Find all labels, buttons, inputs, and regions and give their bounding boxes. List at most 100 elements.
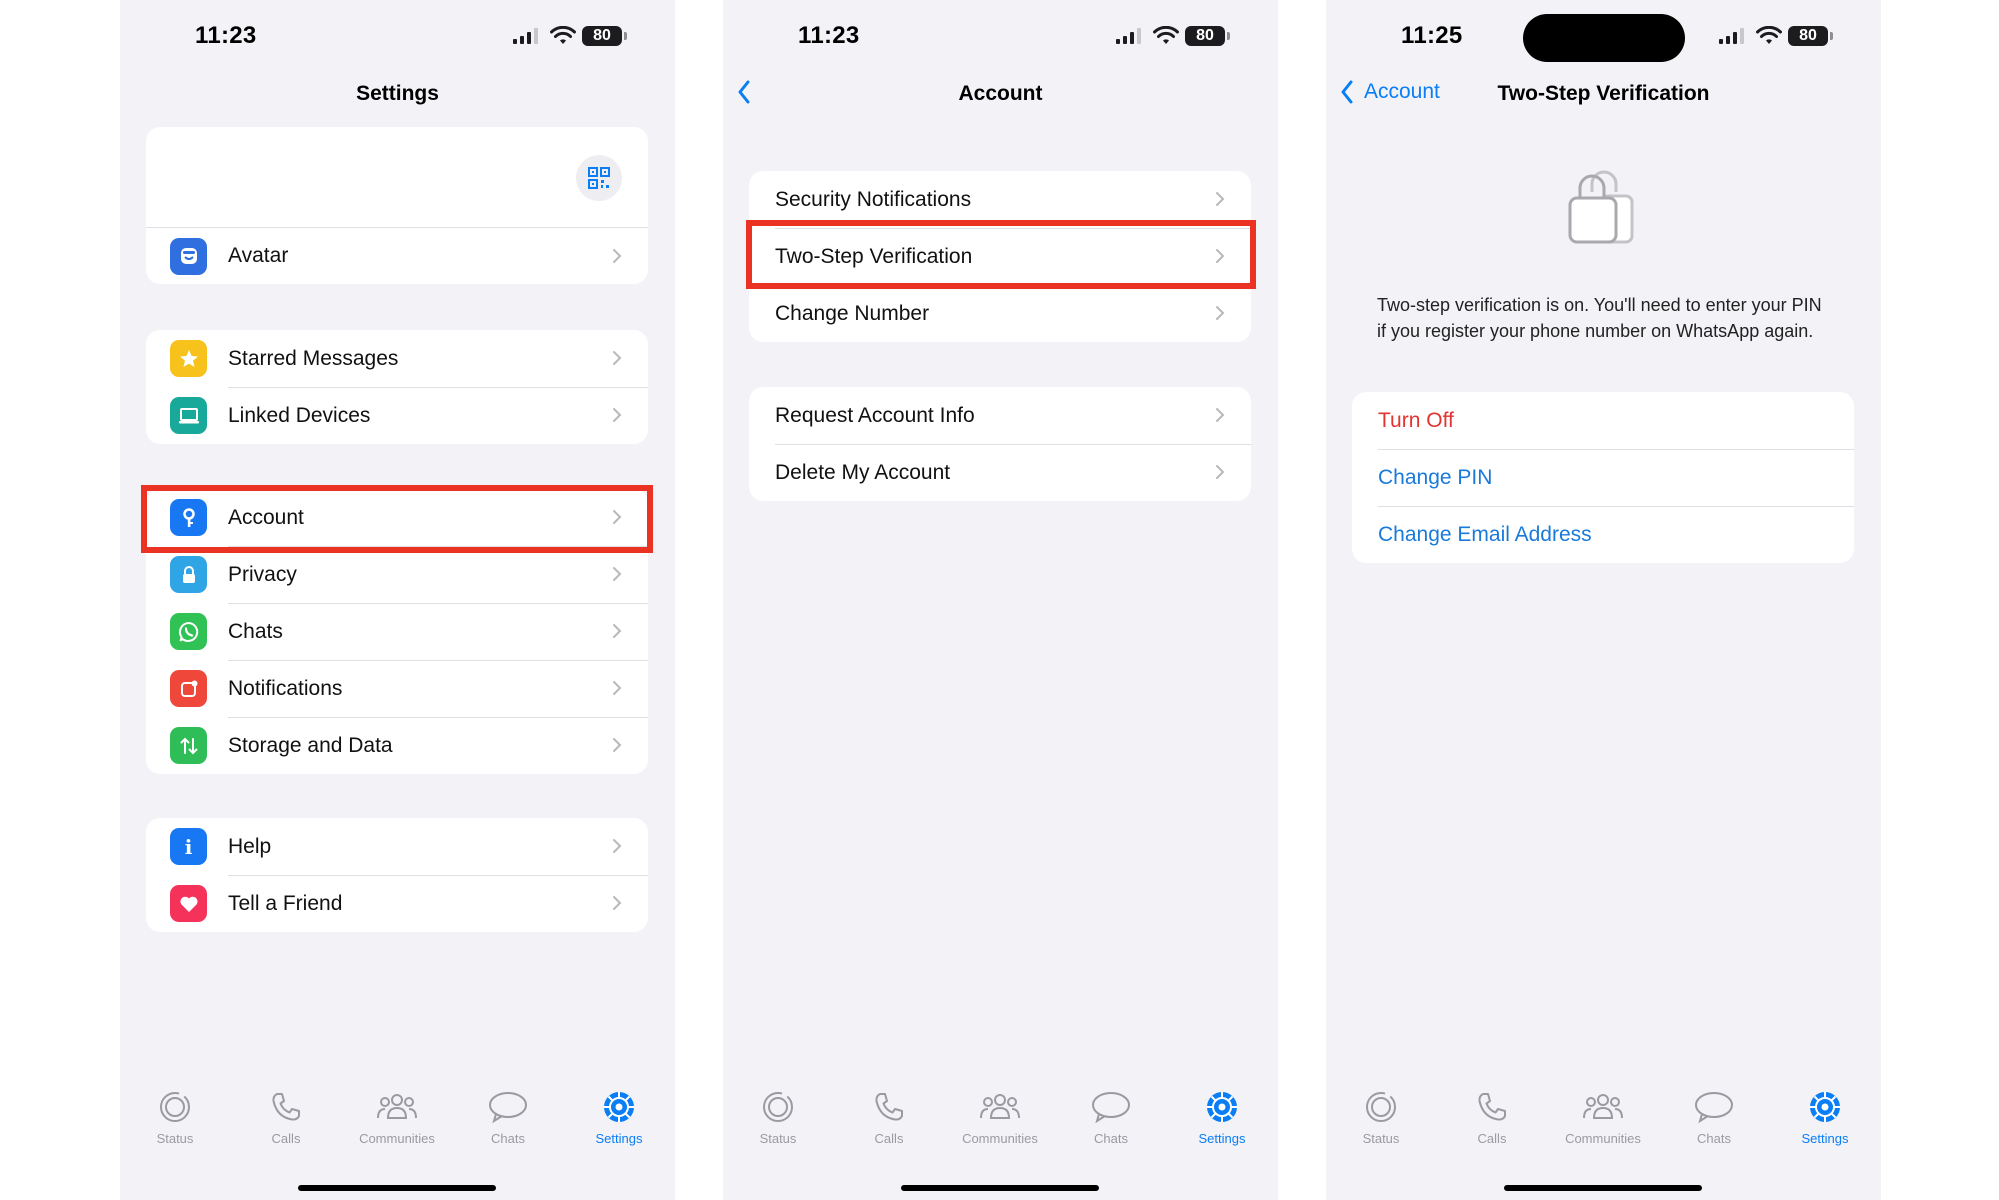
change-email-address-button[interactable]: Change Email Address — [1352, 506, 1854, 563]
chevron-right-icon — [613, 249, 622, 263]
account-item-label: Request Account Info — [775, 403, 975, 427]
verification-description: Two-step verification is on. You'll need… — [1377, 295, 1822, 341]
wifi-icon — [1756, 26, 1782, 44]
tab-label: Communities — [1565, 1131, 1641, 1146]
chevron-right-icon — [613, 408, 622, 422]
tab-settings[interactable]: Settings — [564, 1090, 674, 1146]
chevron-right-icon — [613, 681, 622, 695]
tab-label: Calls — [271, 1131, 301, 1146]
settings-item-label: Privacy — [228, 562, 297, 586]
tab-label: Settings — [1801, 1131, 1849, 1146]
chevron-right-icon — [1216, 192, 1225, 206]
signal-icon — [513, 28, 538, 44]
change-pin-button[interactable]: Change PIN — [1352, 449, 1854, 506]
settings-gear-icon — [1810, 1092, 1840, 1122]
signal-icon — [1116, 28, 1141, 44]
tab-communities[interactable]: Communities — [1548, 1090, 1658, 1146]
settings-item-starred-messages[interactable]: Starred Messages — [146, 330, 648, 387]
chat-bubble-icon — [1092, 1092, 1130, 1124]
settings-section-4: i Help Tell a Friend — [146, 818, 648, 932]
chevron-right-icon — [1216, 465, 1225, 479]
settings-item-label: Linked Devices — [228, 403, 371, 427]
tab-status[interactable]: Status — [1326, 1090, 1436, 1146]
account-item-request-account-info[interactable]: Request Account Info — [749, 387, 1251, 444]
tab-status[interactable]: Status — [723, 1090, 833, 1146]
tab-communities[interactable]: Communities — [342, 1090, 452, 1146]
settings-gear-icon — [604, 1092, 634, 1122]
chat-bubble-icon — [489, 1092, 527, 1124]
heart-icon — [170, 885, 207, 922]
action-label: Change PIN — [1378, 465, 1493, 489]
turn-off-button[interactable]: Turn Off — [1352, 392, 1854, 449]
status-time: 11:23 — [798, 22, 860, 49]
chevron-right-icon — [613, 738, 622, 752]
tab-label: Calls — [874, 1131, 904, 1146]
tab-label: Status — [1362, 1131, 1400, 1146]
page-title: Account — [958, 82, 1043, 105]
dynamic-island — [1523, 14, 1685, 62]
settings-gear-icon — [1207, 1092, 1237, 1122]
notification-icon — [170, 670, 207, 707]
status-icon — [160, 1092, 190, 1122]
two-step-verification-screen: 11:25 80 Account Two-Step Verification T… — [1326, 0, 1881, 1200]
settings-item-help[interactable]: i Help — [146, 818, 648, 875]
qr-code-icon — [588, 167, 610, 189]
status-bar: 11:23 80 — [723, 0, 1278, 72]
tab-communities[interactable]: Communities — [945, 1090, 1055, 1146]
chevron-right-icon — [613, 624, 622, 638]
communities-icon — [980, 1094, 1020, 1119]
tab-calls[interactable]: Calls — [1437, 1090, 1547, 1146]
settings-item-notifications[interactable]: Notifications — [146, 660, 648, 717]
settings-item-privacy[interactable]: Privacy — [146, 546, 648, 603]
tab-chats[interactable]: Chats — [1659, 1090, 1769, 1146]
chevron-right-icon — [1216, 408, 1225, 422]
settings-item-label: Notifications — [228, 676, 343, 700]
tab-label: Status — [156, 1131, 194, 1146]
action-label: Turn Off — [1378, 408, 1454, 432]
signal-icon — [1719, 28, 1744, 44]
account-screen: 11:23 80 Account Security Notifications … — [723, 0, 1278, 1200]
two-step-highlight-box — [746, 220, 1256, 289]
tab-status[interactable]: Status — [120, 1090, 230, 1146]
tab-calls[interactable]: Calls — [834, 1090, 944, 1146]
account-item-delete-my-account[interactable]: Delete My Account — [749, 444, 1251, 501]
communities-icon — [377, 1094, 417, 1119]
tab-chats[interactable]: Chats — [453, 1090, 563, 1146]
settings-item-label: Chats — [228, 619, 283, 643]
status-icon — [1366, 1092, 1396, 1122]
settings-item-label: Starred Messages — [228, 346, 399, 370]
lock-icon — [170, 556, 207, 593]
settings-item-tell-a-friend[interactable]: Tell a Friend — [146, 875, 648, 932]
settings-item-avatar[interactable]: Avatar — [146, 227, 648, 284]
home-indicator — [1504, 1185, 1702, 1191]
communities-icon — [1583, 1094, 1623, 1119]
phone-icon — [1478, 1093, 1506, 1121]
tab-label: Chats — [1697, 1131, 1731, 1146]
home-indicator — [298, 1185, 496, 1191]
tab-settings[interactable]: Settings — [1167, 1090, 1277, 1146]
padlock-icon — [1568, 170, 1634, 244]
tab-settings[interactable]: Settings — [1770, 1090, 1880, 1146]
avatar-icon — [170, 237, 207, 275]
qr-code-button[interactable] — [576, 155, 622, 201]
chevron-right-icon — [613, 567, 622, 581]
status-time: 11:25 — [1401, 22, 1463, 49]
page-title: Two-Step Verification — [1497, 82, 1710, 105]
status-time: 11:23 — [195, 22, 257, 49]
action-label: Change Email Address — [1378, 522, 1592, 546]
account-item-change-number[interactable]: Change Number — [749, 285, 1251, 342]
settings-section-2: Starred Messages Linked Devices — [146, 330, 648, 444]
settings-item-chats[interactable]: Chats — [146, 603, 648, 660]
chevron-right-icon — [613, 896, 622, 910]
battery-indicator: 80 — [582, 26, 627, 46]
settings-item-storage-and-data[interactable]: Storage and Data — [146, 717, 648, 774]
chat-bubble-icon — [1695, 1092, 1733, 1124]
account-item-label: Security Notifications — [775, 187, 972, 211]
tab-label: Calls — [1477, 1131, 1507, 1146]
star-icon — [170, 340, 207, 377]
settings-item-linked-devices[interactable]: Linked Devices — [146, 387, 648, 444]
settings-screen: 11:23 80 Settings Avatar Starred Message… — [120, 0, 675, 1200]
profile-header[interactable] — [146, 127, 648, 227]
tab-calls[interactable]: Calls — [231, 1090, 341, 1146]
tab-chats[interactable]: Chats — [1056, 1090, 1166, 1146]
